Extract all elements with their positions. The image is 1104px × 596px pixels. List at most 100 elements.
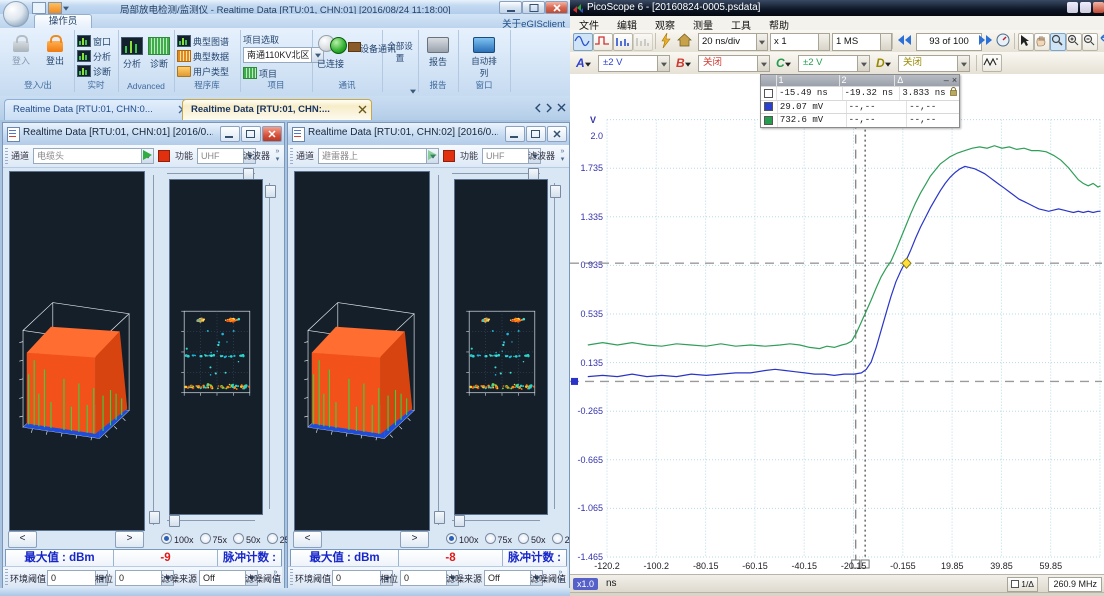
probe-button[interactable] bbox=[982, 54, 1002, 72]
chn01-maximize-button[interactable] bbox=[241, 126, 261, 142]
next-button[interactable]: > bbox=[115, 531, 144, 548]
scope-view[interactable]: V 2.0 1 2 Δ – × -15.49 ns -19.32 ns 3.83… bbox=[570, 74, 1104, 574]
play-button[interactable] bbox=[143, 150, 152, 160]
advanced-diagnose-button[interactable]: 诊断 bbox=[146, 33, 172, 79]
chn01-close-button[interactable] bbox=[262, 126, 282, 142]
divider-slider-track[interactable] bbox=[438, 175, 439, 525]
chevron-down-icon[interactable] bbox=[657, 56, 669, 71]
typical-atlas-button[interactable]: 典型图谱 bbox=[177, 35, 229, 48]
zoom-scale-radio-25x[interactable] bbox=[552, 533, 563, 544]
zoom-scale-radio-100x[interactable] bbox=[446, 533, 457, 544]
egis-close-button[interactable] bbox=[545, 1, 568, 14]
logout-button[interactable]: 登出 bbox=[39, 33, 71, 79]
chn02-maximize-button[interactable] bbox=[526, 126, 546, 142]
pico-minimize-button[interactable] bbox=[1067, 2, 1078, 13]
bottom-slider-track[interactable] bbox=[167, 520, 255, 521]
channel-a-axis-marker[interactable] bbox=[571, 378, 578, 385]
user-type-button[interactable]: 用户类型 bbox=[177, 65, 229, 78]
play-button[interactable] bbox=[428, 150, 437, 160]
chevron-down-icon[interactable] bbox=[857, 56, 869, 71]
all-settings-button[interactable]: 全部设置 bbox=[384, 38, 416, 84]
tab-scroll-left-icon[interactable] bbox=[534, 103, 542, 113]
login-button[interactable]: 登入 bbox=[5, 33, 37, 79]
application-orb-button[interactable] bbox=[3, 1, 29, 27]
qat-window-icon[interactable] bbox=[32, 2, 46, 14]
bottom-slider-track[interactable] bbox=[452, 520, 540, 521]
realtime-analyze-button[interactable]: 分析 bbox=[77, 50, 111, 63]
buffer-navigator-button[interactable] bbox=[996, 33, 1014, 49]
zoom-tool-button[interactable] bbox=[1050, 33, 1066, 51]
chn01-title-bar[interactable]: Realtime Data [RTU:01, CHN:01] [2016/0..… bbox=[3, 123, 284, 146]
chevron-down-icon[interactable] bbox=[685, 63, 691, 67]
realtime-window-button[interactable]: 窗口 bbox=[77, 35, 111, 48]
chn02-title-bar[interactable]: Realtime Data [RTU:01, CHN:02] [2016/0..… bbox=[288, 123, 569, 146]
typical-data-button[interactable]: 典型数据 bbox=[177, 50, 229, 63]
trigger-lightning-icon[interactable] bbox=[659, 33, 677, 49]
zoom-scale-radio-75x[interactable] bbox=[200, 533, 211, 544]
next-button[interactable]: > bbox=[400, 531, 429, 548]
stop-button[interactable] bbox=[443, 150, 455, 162]
chevron-down-icon[interactable] bbox=[885, 63, 891, 67]
scale-multiplier-spinner[interactable]: x 1 bbox=[770, 33, 830, 51]
spinner-arrows-icon[interactable] bbox=[818, 34, 829, 50]
zoom-scale-radio-100x[interactable] bbox=[161, 533, 172, 544]
qat-dropdown-icon[interactable] bbox=[64, 2, 72, 12]
auto-arrange-button[interactable]: 自动排列 bbox=[468, 33, 500, 79]
channel-b-label[interactable]: B bbox=[676, 56, 685, 70]
bottom-slider-handle[interactable] bbox=[169, 515, 180, 527]
channel-a-label[interactable]: A bbox=[576, 56, 585, 70]
toolbar-overflow-icon[interactable]: »▾ bbox=[556, 569, 565, 585]
egis-maximize-button[interactable] bbox=[522, 1, 545, 14]
samples-spinner[interactable]: 1 MS bbox=[832, 33, 892, 51]
divider-slider-track[interactable] bbox=[153, 175, 154, 525]
prev-button[interactable]: < bbox=[8, 531, 37, 548]
egis-minimize-button[interactable] bbox=[499, 1, 522, 14]
top-slider-track[interactable] bbox=[452, 173, 540, 174]
cursor-measurement-box[interactable]: 1 2 Δ – × -15.49 ns -19.32 ns 3.833 ns 2… bbox=[760, 74, 960, 128]
stop-button[interactable] bbox=[158, 150, 170, 162]
chevron-down-icon[interactable] bbox=[757, 56, 769, 71]
chn02-close-button[interactable] bbox=[547, 126, 567, 142]
lock-icon[interactable] bbox=[950, 87, 959, 100]
top-slider-track[interactable] bbox=[167, 173, 255, 174]
scope-plot[interactable] bbox=[570, 74, 1104, 574]
toolbar-overflow-icon[interactable]: »▾ bbox=[271, 569, 280, 585]
doc-tab-chn01[interactable]: Realtime Data [RTU:01, CHN:0... bbox=[4, 99, 192, 120]
toolbar-overflow-icon[interactable]: »▾ bbox=[558, 148, 567, 164]
qat-lock-icon[interactable] bbox=[48, 2, 62, 14]
undo-zoom-button[interactable] bbox=[1098, 33, 1104, 49]
divider-slider-handle[interactable] bbox=[149, 511, 160, 524]
advanced-analyze-button[interactable]: 分析 bbox=[119, 33, 145, 79]
buffer-forward-button[interactable] bbox=[978, 33, 996, 49]
chevron-down-icon[interactable] bbox=[957, 56, 969, 71]
buffer-back-button[interactable] bbox=[896, 33, 914, 49]
chn02-minimize-button[interactable] bbox=[505, 126, 525, 142]
zoom-in-button[interactable] bbox=[1066, 33, 1082, 51]
pan-tool-button[interactable] bbox=[1034, 33, 1050, 51]
right-slider-handle[interactable] bbox=[265, 185, 276, 198]
zoom-scale-radio-25x[interactable] bbox=[267, 533, 278, 544]
right-slider-handle[interactable] bbox=[550, 185, 561, 198]
channel-d-label[interactable]: D bbox=[876, 56, 885, 70]
doc-tab-chn02-active[interactable]: Realtime Data [RTU:01, CHN:... bbox=[182, 99, 372, 120]
divider-slider-handle[interactable] bbox=[434, 511, 445, 524]
close-icon[interactable] bbox=[358, 105, 367, 114]
right-slider-track[interactable] bbox=[269, 183, 270, 509]
zoom-scale-radio-50x[interactable] bbox=[233, 533, 244, 544]
minimize-icon[interactable]: – bbox=[943, 75, 950, 86]
channel-c-label[interactable]: C bbox=[776, 56, 785, 70]
close-icon[interactable]: × bbox=[950, 75, 959, 86]
spectrum-view-button[interactable] bbox=[613, 33, 633, 51]
channel-c-range-select[interactable]: ±2 V bbox=[798, 55, 870, 72]
chevron-down-icon[interactable] bbox=[585, 63, 591, 67]
buffer-position[interactable]: 93 of 100 bbox=[916, 33, 982, 51]
spinner-arrows-icon[interactable] bbox=[880, 34, 891, 50]
timebase-select[interactable]: 20 ns/div bbox=[698, 33, 768, 51]
zoom-out-button[interactable] bbox=[1082, 33, 1098, 51]
scope-view-button[interactable] bbox=[573, 33, 593, 51]
zoom-scale-radio-75x[interactable] bbox=[485, 533, 496, 544]
pico-title-bar[interactable]: PicoScope 6 - [20160824-0005.psdata] bbox=[570, 0, 1104, 16]
report-button[interactable]: 报告 bbox=[422, 33, 454, 79]
tab-close-icon[interactable] bbox=[557, 103, 566, 113]
zoom-scale-radio-50x[interactable] bbox=[518, 533, 529, 544]
